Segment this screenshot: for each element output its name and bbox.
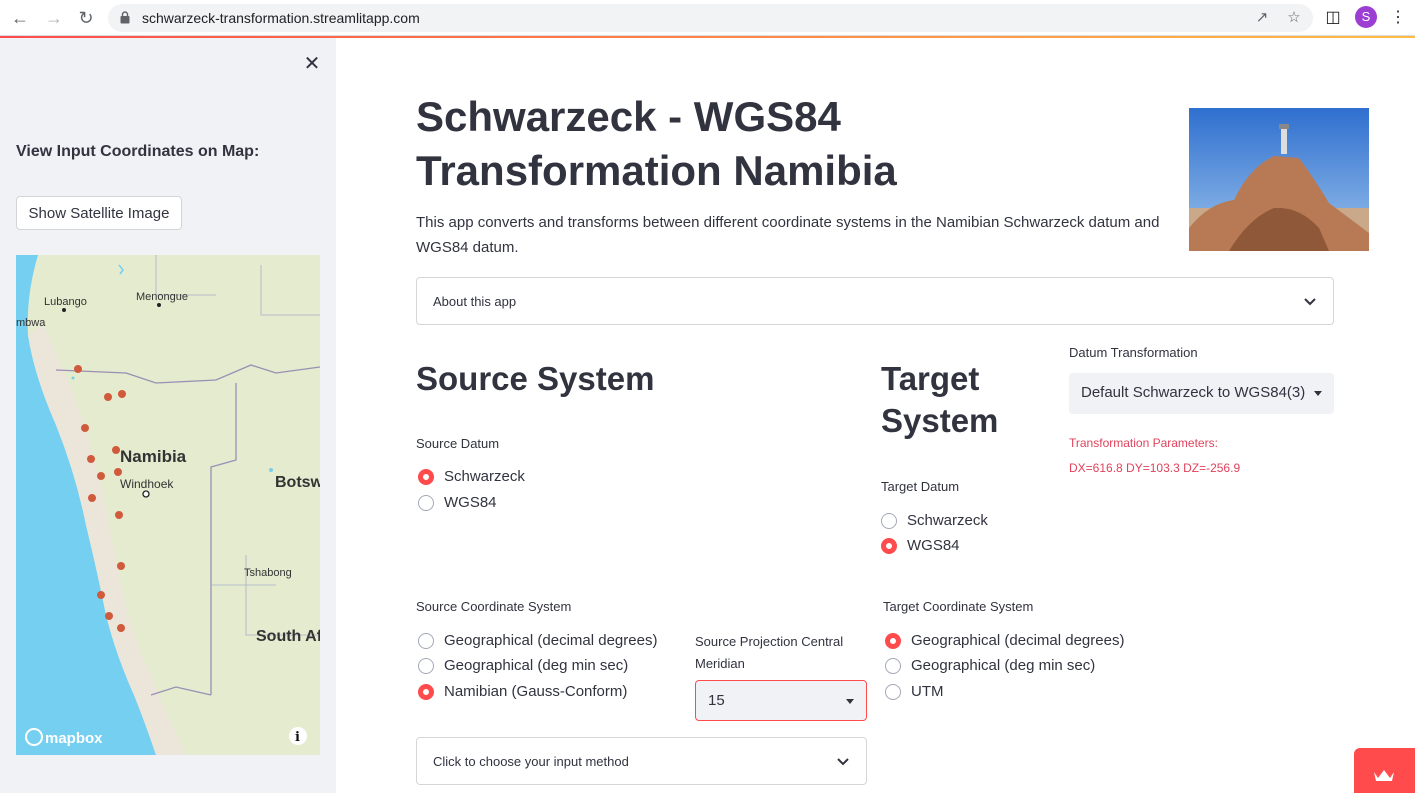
back-icon[interactable]: ← xyxy=(8,6,32,30)
map-label-windhoek: Windhoek xyxy=(120,477,174,491)
address-bar[interactable]: schwarzeck-transformation.streamlitapp.c… xyxy=(108,4,1313,32)
radio-label: Schwarzeck xyxy=(444,468,525,485)
mapbox-logo: mapbox xyxy=(45,730,103,747)
datum-transformation-select[interactable]: Default Schwarzeck to WGS84(3) xyxy=(1069,373,1334,414)
source-coord-dms-radio[interactable]: Geographical (deg min sec) xyxy=(418,657,628,674)
sidebar-heading: View Input Coordinates on Map: xyxy=(16,143,260,160)
radio-unselected-icon xyxy=(881,512,897,529)
main-content: Schwarzeck - WGS84 Transformation Namibi… xyxy=(336,38,1415,793)
chevron-down-icon xyxy=(837,758,849,766)
radio-label: Geographical (decimal degrees) xyxy=(911,632,1125,649)
radio-label: Geographical (deg min sec) xyxy=(444,657,629,674)
target-heading: Target System xyxy=(881,360,999,439)
radio-selected-icon xyxy=(418,683,434,700)
side-panel-icon[interactable]: ◫ xyxy=(1321,6,1345,30)
meridian-select[interactable]: 15 xyxy=(695,680,867,721)
about-expander-label: About this app xyxy=(433,294,517,309)
target-datum-label: Target Datum xyxy=(881,479,960,494)
avatar[interactable]: S xyxy=(1355,6,1377,28)
about-expander[interactable]: About this app xyxy=(416,277,1334,325)
crown-icon xyxy=(1374,770,1394,781)
map-canvas: Lubango Menongue mbwa Namibia Windhoek B… xyxy=(16,255,320,755)
target-coord-label: Target Coordinate System xyxy=(883,599,1034,614)
meridian-value: 15 xyxy=(708,692,725,709)
transformation-params-values: DX=616.8 DY=103.3 DZ=-256.9 xyxy=(1069,461,1241,475)
header-image xyxy=(1189,108,1369,251)
reload-icon[interactable]: ↻ xyxy=(74,6,98,30)
radio-label: Geographical (deg min sec) xyxy=(911,657,1096,674)
chevron-down-icon xyxy=(1304,298,1316,306)
close-icon[interactable]: ✕ xyxy=(300,52,324,76)
target-datum-schwarzeck-radio[interactable]: Schwarzeck xyxy=(881,512,988,529)
radio-selected-icon xyxy=(881,537,897,554)
browser-toolbar: ← → ↻ schwarzeck-transformation.streamli… xyxy=(0,0,1415,36)
radio-label: Namibian (Gauss-Conform) xyxy=(444,683,628,700)
radio-unselected-icon xyxy=(418,494,434,511)
source-heading: Source System xyxy=(416,360,655,397)
source-datum-wgs84-radio[interactable]: WGS84 xyxy=(418,494,497,511)
target-datum-wgs84-radio[interactable]: WGS84 xyxy=(881,537,960,554)
map-label-menongue: Menongue xyxy=(136,291,188,303)
datum-transformation-label: Datum Transformation xyxy=(1069,345,1198,360)
meridian-label: Source Projection Central Meridian xyxy=(695,634,844,671)
radio-selected-icon xyxy=(885,632,901,649)
map-label-tshabong: Tshabong xyxy=(244,567,292,579)
radio-label: UTM xyxy=(911,683,944,700)
input-method-expander-label: Click to choose your input method xyxy=(433,754,629,769)
radio-unselected-icon xyxy=(885,683,901,700)
radio-unselected-icon xyxy=(418,632,434,649)
source-coord-decimal-radio[interactable]: Geographical (decimal degrees) xyxy=(418,632,657,649)
streamlit-badge[interactable] xyxy=(1354,748,1415,793)
star-icon[interactable]: ☆ xyxy=(1284,8,1304,28)
source-datum-label: Source Datum xyxy=(416,436,500,451)
radio-unselected-icon xyxy=(885,657,901,674)
datum-transformation-value: Default Schwarzeck to WGS84(3) xyxy=(1081,384,1306,401)
caret-down-icon xyxy=(846,699,854,704)
target-coord-decimal-radio[interactable]: Geographical (decimal degrees) xyxy=(885,632,1124,649)
radio-label: Schwarzeck xyxy=(907,512,988,529)
radio-selected-icon xyxy=(418,468,434,485)
page-title: Schwarzeck - WGS84 Transformation Namibi… xyxy=(416,93,897,194)
map-label-lubango: Lubango xyxy=(44,296,87,308)
forward-icon[interactable]: → xyxy=(42,6,66,30)
input-method-expander[interactable]: Click to choose your input method xyxy=(416,737,867,785)
radio-label: Geographical (decimal degrees) xyxy=(444,632,658,649)
app-description: This app converts and transforms between… xyxy=(416,214,1160,256)
caret-down-icon xyxy=(1314,391,1322,396)
show-satellite-button[interactable]: Show Satellite Image xyxy=(16,196,182,230)
source-coord-gauss-radio[interactable]: Namibian (Gauss-Conform) xyxy=(418,683,627,700)
source-datum-schwarzeck-radio[interactable]: Schwarzeck xyxy=(418,468,525,485)
map[interactable]: Lubango Menongue mbwa Namibia Windhoek B… xyxy=(16,255,320,755)
svg-text:i: i xyxy=(295,730,300,745)
map-label-mbwa: mbwa xyxy=(16,317,46,329)
map-label-botswana: Botsw xyxy=(275,474,320,491)
radio-label: WGS84 xyxy=(444,494,497,511)
map-label-namibia: Namibia xyxy=(120,447,187,466)
radio-label: WGS84 xyxy=(907,537,960,554)
map-label-south-africa: South Af xyxy=(256,628,320,645)
share-icon[interactable]: ↗ xyxy=(1252,8,1272,28)
more-menu-icon[interactable]: ⋮ xyxy=(1386,6,1410,30)
target-coord-dms-radio[interactable]: Geographical (deg min sec) xyxy=(885,657,1095,674)
sidebar: ✕ View Input Coordinates on Map: Show Sa… xyxy=(0,38,336,793)
lock-icon xyxy=(120,11,130,24)
target-coord-utm-radio[interactable]: UTM xyxy=(885,683,944,700)
url-text: schwarzeck-transformation.streamlitapp.c… xyxy=(142,10,420,26)
radio-unselected-icon xyxy=(418,657,434,674)
source-coord-label: Source Coordinate System xyxy=(416,599,572,614)
transformation-params-title: Transformation Parameters: xyxy=(1069,436,1218,450)
